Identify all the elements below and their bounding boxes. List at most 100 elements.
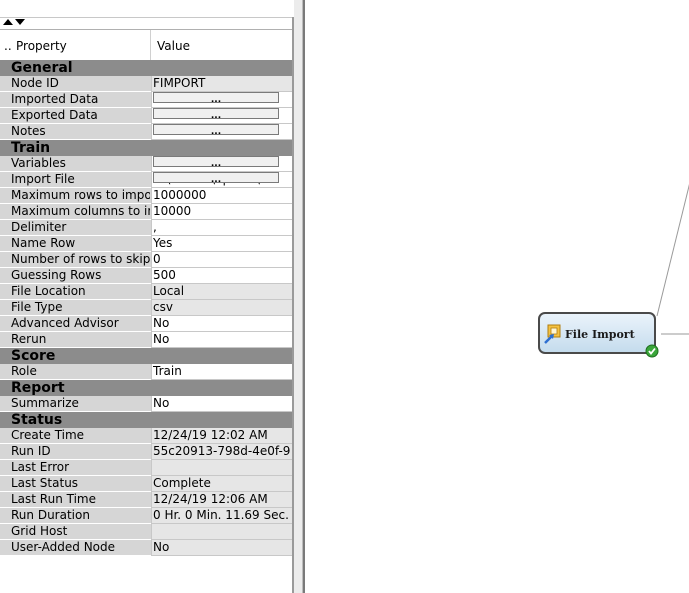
property-name-cell[interactable]: Name Row bbox=[0, 236, 151, 252]
property-row: Maximum rows to impor 1000000 bbox=[0, 188, 292, 204]
group-header-label: Score bbox=[11, 348, 56, 364]
property-row: Imported Data... bbox=[0, 92, 292, 108]
property-value-cell[interactable]: ... bbox=[151, 92, 292, 108]
property-row: User-Added Node No bbox=[0, 540, 292, 556]
property-value: 0 bbox=[153, 252, 161, 266]
property-name: Guessing Rows bbox=[11, 268, 102, 282]
property-value-cell[interactable]: 0 bbox=[151, 252, 292, 268]
property-value: Complete bbox=[153, 476, 211, 490]
property-name-cell[interactable]: File Type bbox=[0, 300, 151, 316]
ellipsis-button[interactable]: ... bbox=[153, 108, 279, 119]
connection-line bbox=[656, 184, 689, 317]
property-name: Exported Data bbox=[11, 108, 98, 122]
property-column-header[interactable]: Property bbox=[16, 39, 67, 53]
property-name-cell[interactable]: Last Status bbox=[0, 476, 151, 492]
property-value-cell[interactable]: ... bbox=[151, 156, 292, 172]
property-value-cell: Complete bbox=[151, 476, 292, 492]
value-column-header[interactable]: Value bbox=[157, 39, 190, 53]
property-row: Create Time 12/24/19 12:02 AM bbox=[0, 428, 292, 444]
property-value: 1000000 bbox=[153, 188, 207, 202]
property-name-cell[interactable]: Notes bbox=[0, 124, 151, 140]
group-header-label: General bbox=[11, 60, 73, 76]
property-value-cell[interactable]: ... bbox=[151, 124, 292, 140]
property-value-cell[interactable]: No bbox=[151, 332, 292, 348]
property-row: Delimiter, bbox=[0, 220, 292, 236]
ellipsis-button[interactable]: ... bbox=[153, 172, 279, 183]
property-name-cell[interactable]: Node ID bbox=[0, 76, 151, 92]
property-row: Last Status Complete bbox=[0, 476, 292, 492]
property-name: Number of rows to skip bbox=[11, 252, 150, 266]
header-ellipsis[interactable]: .. bbox=[4, 39, 12, 53]
file-import-node[interactable]: File Import bbox=[538, 312, 656, 354]
group-header-label: Status bbox=[11, 412, 63, 428]
ellipsis-button[interactable]: ... bbox=[153, 124, 279, 135]
property-name-cell[interactable]: Rerun bbox=[0, 332, 151, 348]
property-name-cell[interactable]: File Location bbox=[0, 284, 151, 300]
property-value-cell[interactable]: 1000000 bbox=[151, 188, 292, 204]
property-value-cell[interactable]: Train bbox=[151, 364, 292, 380]
property-row: Import File D:\winsas\upload\onli... bbox=[0, 172, 292, 188]
property-value: 55c20913-798d-4e0f-9al bbox=[153, 444, 291, 458]
diagram-canvas[interactable] bbox=[303, 0, 689, 593]
property-name-cell[interactable]: Create Time bbox=[0, 428, 151, 444]
file-import-icon bbox=[544, 324, 561, 344]
property-name-cell[interactable]: Exported Data bbox=[0, 108, 151, 124]
property-name-cell[interactable]: Last Run Time bbox=[0, 492, 151, 508]
property-value-cell: 12/24/19 12:06 AM bbox=[151, 492, 292, 508]
property-value-cell[interactable]: No bbox=[151, 396, 292, 412]
property-name-cell[interactable]: Role bbox=[0, 364, 151, 380]
property-name-cell[interactable]: Imported Data bbox=[0, 92, 151, 108]
property-value: 12/24/19 12:06 AM bbox=[153, 492, 268, 506]
property-name-cell[interactable]: Maximum rows to impor bbox=[0, 188, 151, 204]
property-row: Maximum columns to im 10000 bbox=[0, 204, 292, 220]
expand-collapse-icon[interactable] bbox=[2, 17, 28, 27]
property-name: Variables bbox=[11, 156, 66, 170]
property-name: Run Duration bbox=[11, 508, 90, 522]
property-name-cell[interactable]: Maximum columns to im bbox=[0, 204, 151, 220]
property-name-cell[interactable]: Advanced Advisor bbox=[0, 316, 151, 332]
property-name-cell[interactable]: Summarize bbox=[0, 396, 151, 412]
property-row: Variables... bbox=[0, 156, 292, 172]
property-value-cell[interactable]: 10000 bbox=[151, 204, 292, 220]
property-value-cell[interactable]: ... bbox=[151, 108, 292, 124]
property-name-cell[interactable]: Run Duration bbox=[0, 508, 151, 524]
property-value-cell[interactable]: No bbox=[151, 316, 292, 332]
property-name-cell[interactable]: Grid Host bbox=[0, 524, 151, 540]
property-name-cell[interactable]: Number of rows to skip bbox=[0, 252, 151, 268]
property-name-cell[interactable]: User-Added Node bbox=[0, 540, 151, 556]
property-value-cell: 55c20913-798d-4e0f-9al bbox=[151, 444, 292, 460]
property-name-cell[interactable]: Last Error bbox=[0, 460, 151, 476]
property-value-cell[interactable]: D:\winsas\upload\onli... bbox=[151, 172, 292, 188]
ellipsis-button[interactable]: ... bbox=[153, 156, 279, 167]
property-name: Role bbox=[11, 364, 37, 378]
property-row: Number of rows to skip 0 bbox=[0, 252, 292, 268]
property-name-cell[interactable]: Variables bbox=[0, 156, 151, 172]
property-name: Last Error bbox=[11, 460, 70, 474]
property-name: Imported Data bbox=[11, 92, 99, 106]
property-rows: General Node ID FIMPORT Imported Data... Exp… bbox=[0, 60, 292, 556]
group-header: Score bbox=[0, 348, 292, 364]
column-divider[interactable] bbox=[150, 30, 151, 60]
property-name: Import File bbox=[11, 172, 75, 186]
property-name: Name Row bbox=[11, 236, 76, 250]
property-value: No bbox=[153, 332, 170, 346]
property-value: , bbox=[153, 220, 157, 234]
property-row: Role Train bbox=[0, 364, 292, 380]
property-value-cell: csv bbox=[151, 300, 292, 316]
panel-splitter[interactable] bbox=[294, 0, 303, 593]
ellipsis-button[interactable]: ... bbox=[153, 92, 279, 103]
property-value: No bbox=[153, 316, 170, 330]
property-name-cell[interactable]: Run ID bbox=[0, 444, 151, 460]
property-row: Summarize No bbox=[0, 396, 292, 412]
group-header: Train bbox=[0, 140, 292, 156]
property-value-cell[interactable]: 500 bbox=[151, 268, 292, 284]
property-table-header: .. Property Value bbox=[0, 29, 292, 61]
property-name-cell[interactable]: Delimiter bbox=[0, 220, 151, 236]
property-value-cell[interactable]: Yes bbox=[151, 236, 292, 252]
property-value-cell[interactable]: , bbox=[151, 220, 292, 236]
property-value: No bbox=[153, 540, 170, 554]
property-name-cell[interactable]: Guessing Rows bbox=[0, 268, 151, 284]
property-row: Run ID 55c20913-798d-4e0f-9al bbox=[0, 444, 292, 460]
property-name-cell[interactable]: Import File bbox=[0, 172, 151, 188]
property-row: Run Duration 0 Hr. 0 Min. 11.69 Sec. bbox=[0, 508, 292, 524]
